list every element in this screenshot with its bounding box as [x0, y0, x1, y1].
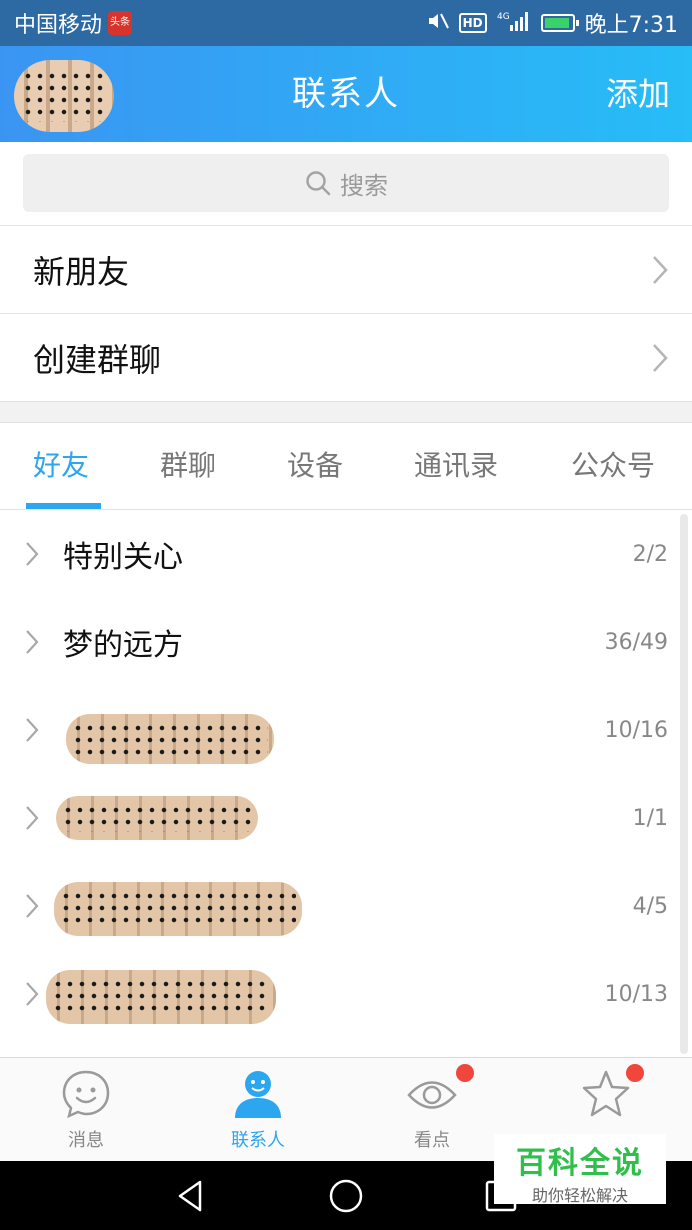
battery-icon: [540, 14, 579, 32]
chevron-right-icon: [26, 542, 39, 566]
watermark-title: 百科全说: [516, 1146, 644, 1181]
chevron-right-icon: [653, 256, 668, 284]
watermark: 百科全说 助你轻松解决: [494, 1134, 666, 1205]
list-item[interactable]: 梦的远方 36/49: [0, 598, 692, 686]
group-count: 10/16: [604, 717, 668, 743]
back-icon[interactable]: [172, 1177, 210, 1215]
group-name: 梦的远方: [63, 628, 183, 663]
group-count: 1/1: [632, 805, 668, 831]
notification-dot: [456, 1064, 474, 1082]
status-icons: HD 4G 晚上7:31: [427, 7, 678, 39]
group-count: 4/5: [632, 893, 668, 919]
search-icon: [304, 169, 332, 197]
chevron-right-icon: [26, 982, 39, 1006]
active-tab-indicator: [26, 503, 101, 509]
star-icon: [582, 1070, 630, 1117]
tab-group-chats[interactable]: 群聊: [160, 423, 216, 509]
screen: 中国移动 头条 HD 4G 晚上7:31 联系人 添加 搜索 新朋友 创建群聊 …: [0, 0, 692, 1230]
home-icon[interactable]: [327, 1177, 365, 1215]
chevron-right-icon: [26, 894, 39, 918]
tab-friends[interactable]: 好友: [33, 423, 89, 509]
redacted-group-name: [66, 714, 274, 764]
nav-messages-label: 消息: [68, 1130, 104, 1151]
hd-icon: HD: [458, 13, 487, 33]
status-bar: 中国移动 头条 HD 4G 晚上7:31: [0, 0, 692, 46]
contact-tabs: 好友 群聊 设备 通讯录 公众号: [0, 422, 692, 510]
redacted-group-name: [56, 796, 258, 840]
redacted-group-name: [54, 882, 302, 936]
carrier-name: 中国移动: [14, 13, 103, 38]
new-friends-row[interactable]: 新朋友: [0, 226, 692, 314]
list-item[interactable]: 1/1: [0, 774, 692, 862]
nav-discover[interactable]: 看点: [372, 1058, 492, 1162]
group-name: 特别关心: [63, 540, 183, 575]
news-app-icon: 头条: [108, 11, 133, 35]
redacted-group-name: [46, 970, 276, 1024]
chevron-right-icon: [26, 718, 39, 742]
nav-contacts-label: 联系人: [231, 1130, 285, 1151]
search-section: 搜索: [0, 142, 692, 226]
tab-address-book[interactable]: 通讯录: [414, 423, 498, 509]
watermark-subtitle: 助你轻松解决: [531, 1186, 628, 1205]
group-count: 2/2: [632, 541, 668, 567]
list-item[interactable]: 10/16: [0, 686, 692, 774]
create-group-chat-row[interactable]: 创建群聊: [0, 314, 692, 402]
chevron-right-icon: [26, 806, 39, 830]
new-friends-label: 新朋友: [33, 252, 130, 291]
list-item[interactable]: 10/13: [0, 950, 692, 1038]
tab-devices[interactable]: 设备: [287, 423, 343, 509]
carrier-group: 中国移动 头条: [14, 7, 133, 39]
signal-icon: 4G: [497, 10, 531, 37]
search-input[interactable]: 搜索: [23, 154, 669, 212]
create-group-chat-label: 创建群聊: [33, 340, 162, 379]
svg-text:4G: 4G: [497, 12, 510, 22]
eye-icon: [407, 1081, 457, 1109]
status-time: 晚上7:31: [584, 13, 678, 38]
chevron-right-icon: [653, 344, 668, 372]
person-icon: [235, 1071, 281, 1118]
search-placeholder: 搜索: [340, 171, 388, 200]
smile-chat-icon: [62, 1070, 110, 1119]
list-scrollbar[interactable]: [680, 514, 688, 1054]
add-button[interactable]: 添加: [606, 46, 670, 142]
friend-group-list: 特别关心 2/2 梦的远方 36/49 10/16 1/1 4/5 10/13: [0, 510, 692, 1057]
group-count: 10/13: [604, 981, 668, 1007]
mute-icon: [427, 11, 449, 36]
chevron-right-icon: [26, 630, 39, 654]
notification-dot: [626, 1064, 644, 1082]
nav-discover-label: 看点: [414, 1130, 450, 1151]
nav-messages[interactable]: 消息: [26, 1058, 146, 1162]
title-bar: 联系人 添加: [0, 46, 692, 142]
group-count: 36/49: [604, 629, 668, 655]
page-title: 联系人: [292, 74, 400, 114]
list-item[interactable]: 4/5: [0, 862, 692, 950]
nav-contacts[interactable]: 联系人: [198, 1058, 318, 1162]
list-item[interactable]: 特别关心 2/2: [0, 510, 692, 598]
tab-official-accounts[interactable]: 公众号: [571, 423, 655, 509]
